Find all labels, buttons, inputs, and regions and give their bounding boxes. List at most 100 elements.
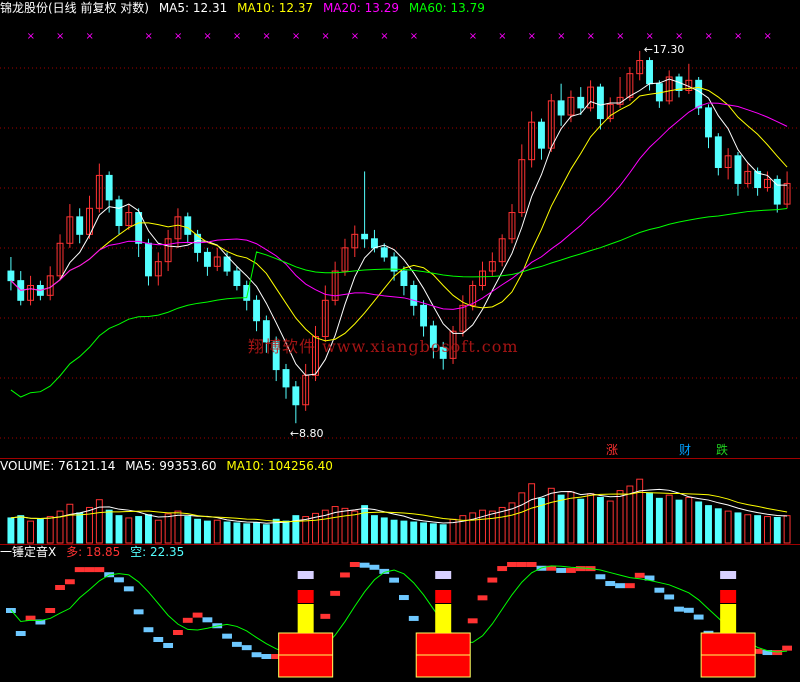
signal-mark: ×: [321, 31, 329, 42]
volume-bar: [95, 499, 103, 544]
volume-bar: [27, 520, 35, 544]
volume-bar: [253, 521, 260, 544]
indicator-step: [497, 566, 508, 572]
indicator-step: [64, 579, 75, 585]
indicator-step: [467, 618, 478, 624]
indicator-step: [143, 627, 154, 633]
candle-body: [253, 299, 260, 322]
indicator-step: [634, 572, 645, 578]
candle-body: [420, 304, 428, 327]
signal-mark: ×: [616, 31, 624, 42]
volume-bar: [655, 497, 663, 544]
signal-mark: ×: [528, 31, 536, 42]
volume-bar: [86, 506, 93, 544]
volume-bar: [744, 514, 752, 544]
signal-cap: [435, 571, 452, 579]
candle-body: [596, 86, 604, 120]
candle-body: [380, 247, 388, 258]
candle-body: [361, 233, 369, 240]
candle-body: [105, 174, 113, 201]
volume-bar: [213, 519, 221, 544]
signal-mark: ×: [351, 31, 359, 42]
indicator-chart-canvas[interactable]: [0, 544, 800, 682]
signal-column: [435, 604, 452, 633]
indicator-step: [782, 645, 792, 651]
volume-bar: [36, 518, 44, 544]
volume-bar: [479, 509, 486, 544]
indicator-header: 一锤定音X 多: 18.85 空: 22.35: [0, 544, 190, 560]
volume-bar: [587, 493, 595, 544]
signal-column: [297, 604, 314, 633]
volume-ma10-line: [10, 491, 788, 523]
volume-bar: [46, 516, 54, 544]
volume-bar: [469, 512, 477, 544]
candle-body: [538, 121, 545, 149]
volume-bar: [685, 496, 693, 544]
indicator-step: [605, 581, 616, 587]
ma10-readout: MA10: 12.37: [237, 1, 314, 15]
event-badge-up[interactable]: 涨: [606, 443, 618, 457]
volume-bar: [596, 496, 604, 544]
indicator-step: [408, 615, 419, 621]
candle-body: [646, 60, 653, 85]
volume-bar: [184, 516, 192, 544]
ma20-line: [10, 102, 788, 310]
volume-bar: [105, 509, 113, 544]
volume-bar: [351, 510, 359, 544]
indicator-signal-line: [10, 565, 788, 656]
volume-bar: [203, 520, 211, 544]
signal-column-top: [720, 590, 737, 603]
volume-bar: [154, 519, 162, 544]
volume-bar: [577, 498, 585, 544]
volume-bar: [243, 523, 251, 544]
watermark: 翔博软件 www.xiangbosoft.com: [248, 337, 519, 356]
indicator-name: 一锤定音X: [0, 545, 57, 559]
signal-cap: [297, 571, 314, 579]
volume-bar: [361, 505, 369, 544]
indicator-step: [349, 562, 360, 567]
signal-mark: ×: [704, 31, 712, 42]
indicator-step: [389, 577, 399, 583]
indicator-chart-panel[interactable]: 一锤定音X 多: 18.85 空: 22.35: [0, 544, 800, 682]
indicator-step: [251, 652, 262, 658]
indicator-step: [94, 567, 105, 573]
volume-bar: [528, 483, 536, 544]
candle-body: [184, 216, 192, 235]
volume-bar: [233, 522, 241, 544]
volume-bar: [410, 521, 418, 544]
event-badge-down[interactable]: 跌: [716, 443, 728, 457]
volume-bar: [557, 494, 565, 544]
volume-bar: [370, 515, 378, 544]
volume-bar: [341, 507, 349, 544]
indicator-step: [566, 567, 576, 573]
event-badge-finance[interactable]: 财: [679, 443, 691, 457]
signal-mark: ×: [262, 31, 270, 42]
ma5-readout: MA5: 12.31: [158, 1, 228, 15]
volume-bar: [17, 515, 25, 544]
volume-bar: [164, 513, 172, 544]
signal-mark: ×: [557, 31, 565, 42]
volume-bar: [439, 524, 447, 544]
indicator-step: [74, 567, 85, 573]
candle-body: [7, 270, 15, 282]
indicator-step: [114, 577, 124, 583]
volume-bar: [734, 512, 742, 544]
signal-cap: [720, 571, 737, 579]
volume-bar: [646, 492, 653, 544]
volume-bar: [695, 501, 703, 544]
volume-bar: [76, 512, 84, 544]
indicator-step: [674, 606, 684, 612]
price-chart-panel[interactable]: × × × × × × × × × × × × × × × × × × × × × × × × ←17.30 ←8.80 锦龙股份…: [0, 0, 800, 458]
volume-bar: [429, 523, 437, 544]
ma60-line: [10, 207, 788, 398]
volume-ma5-readout: MA5: 99353.60: [125, 459, 217, 473]
indicator-step: [123, 586, 134, 592]
high-price-marker: ←17.30: [644, 43, 685, 56]
price-chart-canvas[interactable]: × × × × × × × × × × × × × × × × × × × × × × × ×←17.30←8.80: [0, 0, 800, 458]
volume-header: VOLUME: 76121.14 MA5: 99353.60 MA10: 104…: [0, 458, 339, 474]
signal-mark: ×: [27, 31, 35, 42]
volume-chart-panel[interactable]: VOLUME: 76121.14 MA5: 99353.60 MA10: 104…: [0, 458, 800, 544]
indicator-step: [399, 595, 409, 601]
volume-bar: [390, 519, 398, 544]
candle-body: [223, 256, 231, 272]
